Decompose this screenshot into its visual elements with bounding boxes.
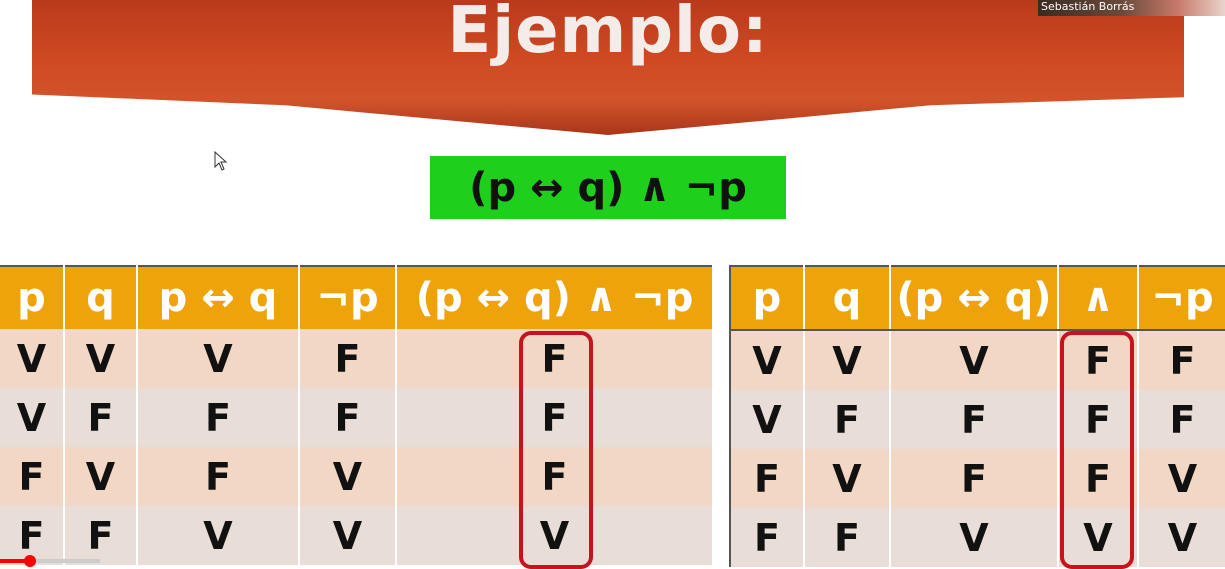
table-cell: V bbox=[0, 329, 65, 388]
table-cell: V bbox=[890, 508, 1059, 567]
table-cell: F bbox=[804, 390, 891, 449]
table-cell: V bbox=[1138, 449, 1225, 508]
table-row: V F F F F bbox=[730, 390, 1225, 449]
mouse-pointer-icon bbox=[214, 151, 228, 171]
title-banner: Ejemplo: bbox=[32, 0, 1184, 135]
table-row: F V F V F bbox=[0, 447, 712, 506]
table-row: F F V V V bbox=[0, 506, 712, 565]
header-cell: ¬p bbox=[299, 265, 397, 329]
table-cell: F bbox=[64, 388, 138, 447]
table-header-row: p q p ↔ q ¬p (p ↔ q) ∧ ¬p bbox=[0, 265, 712, 329]
table-cell: F bbox=[890, 390, 1059, 449]
table-cell: F bbox=[64, 506, 138, 565]
table-cell: V bbox=[137, 506, 300, 565]
header-cell: q bbox=[804, 265, 891, 331]
webcam-thumbnail[interactable]: Sebastián Borrás bbox=[1038, 0, 1225, 16]
header-cell: p bbox=[730, 265, 805, 331]
participant-name: Sebastián Borrás bbox=[1041, 0, 1135, 13]
table-row: V V V F F bbox=[730, 330, 1225, 390]
table-row: V F F F F bbox=[0, 388, 712, 447]
table-row: F F V V V bbox=[730, 508, 1225, 567]
table-cell: F bbox=[1138, 330, 1225, 390]
truth-table-right: p q (p ↔ q) ∧ ¬p V V V F F V F F F F F V… bbox=[729, 265, 1225, 567]
table-cell: F bbox=[299, 388, 397, 447]
header-cell: (p ↔ q) bbox=[890, 265, 1059, 331]
table-cell: F bbox=[804, 508, 891, 567]
slide-title: Ejemplo: bbox=[447, 0, 769, 68]
truth-table-left: p q p ↔ q ¬p (p ↔ q) ∧ ¬p V V V F F V F … bbox=[0, 265, 712, 565]
table-cell: V bbox=[64, 447, 138, 506]
table-cell: F bbox=[137, 447, 300, 506]
formula-text: (p ↔ q) ∧ ¬p bbox=[469, 164, 747, 211]
table-cell: F bbox=[730, 508, 805, 567]
table-header-row: p q (p ↔ q) ∧ ¬p bbox=[730, 265, 1225, 331]
table-cell: F bbox=[730, 449, 805, 508]
table-cell: V bbox=[730, 390, 805, 449]
table-cell: V bbox=[730, 330, 805, 390]
video-progress-bar[interactable] bbox=[0, 555, 100, 567]
formula-box: (p ↔ q) ∧ ¬p bbox=[430, 156, 786, 219]
header-cell: q bbox=[64, 265, 138, 329]
table-row: F V F F V bbox=[730, 449, 1225, 508]
header-cell: p ↔ q bbox=[137, 265, 300, 329]
table-cell: V bbox=[804, 449, 891, 508]
result-column-highlight bbox=[1060, 331, 1134, 569]
header-cell: p bbox=[0, 265, 65, 329]
table-cell: V bbox=[804, 330, 891, 390]
table-cell: V bbox=[64, 329, 138, 388]
header-cell: (p ↔ q) ∧ ¬p bbox=[396, 265, 712, 329]
header-cell: ¬p bbox=[1138, 265, 1225, 331]
table-cell: V bbox=[137, 329, 300, 388]
table-cell: F bbox=[137, 388, 300, 447]
table-cell: V bbox=[890, 330, 1059, 390]
table-cell: V bbox=[299, 447, 397, 506]
table-cell: F bbox=[299, 329, 397, 388]
table-cell: V bbox=[1138, 508, 1225, 567]
progress-scrubber-handle[interactable] bbox=[24, 555, 36, 567]
table-cell: F bbox=[1138, 390, 1225, 449]
table-cell: F bbox=[0, 447, 65, 506]
table-row: V V V F F bbox=[0, 329, 712, 388]
table-cell: V bbox=[0, 388, 65, 447]
result-column-highlight bbox=[519, 331, 593, 569]
table-cell: V bbox=[299, 506, 397, 565]
table-cell: F bbox=[890, 449, 1059, 508]
header-cell: ∧ bbox=[1058, 265, 1139, 331]
